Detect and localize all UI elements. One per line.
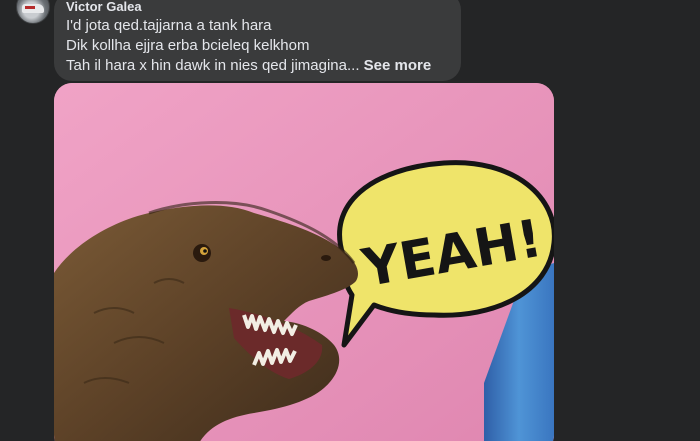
comment-text-line-2: Dik kollha ejjra erba bcieleq kelkhom xyxy=(66,37,310,54)
comment-text-line-3: Tah il hara x hin dawk in nies qed jimag… xyxy=(66,56,449,76)
comment-author[interactable]: Victor Galea xyxy=(66,0,449,16)
comment-text-line-1: I'd jota qed.tajjarna a tank hara xyxy=(66,17,272,34)
comment-bubble: Victor Galea I'd jota qed.tajjarna a tan… xyxy=(54,0,461,81)
avatar[interactable] xyxy=(16,0,50,24)
car-icon xyxy=(22,4,44,13)
comment-photo[interactable]: YEAH! xyxy=(54,83,554,441)
comment-text-line-3-text: Tah il hara x hin dawk in nies qed jimag… xyxy=(66,57,360,74)
dinosaur-image: YEAH! xyxy=(54,83,554,441)
comment-thread: Victor Galea I'd jota qed.tajjarna a tan… xyxy=(0,0,700,441)
see-more-link[interactable]: See more xyxy=(364,57,432,74)
